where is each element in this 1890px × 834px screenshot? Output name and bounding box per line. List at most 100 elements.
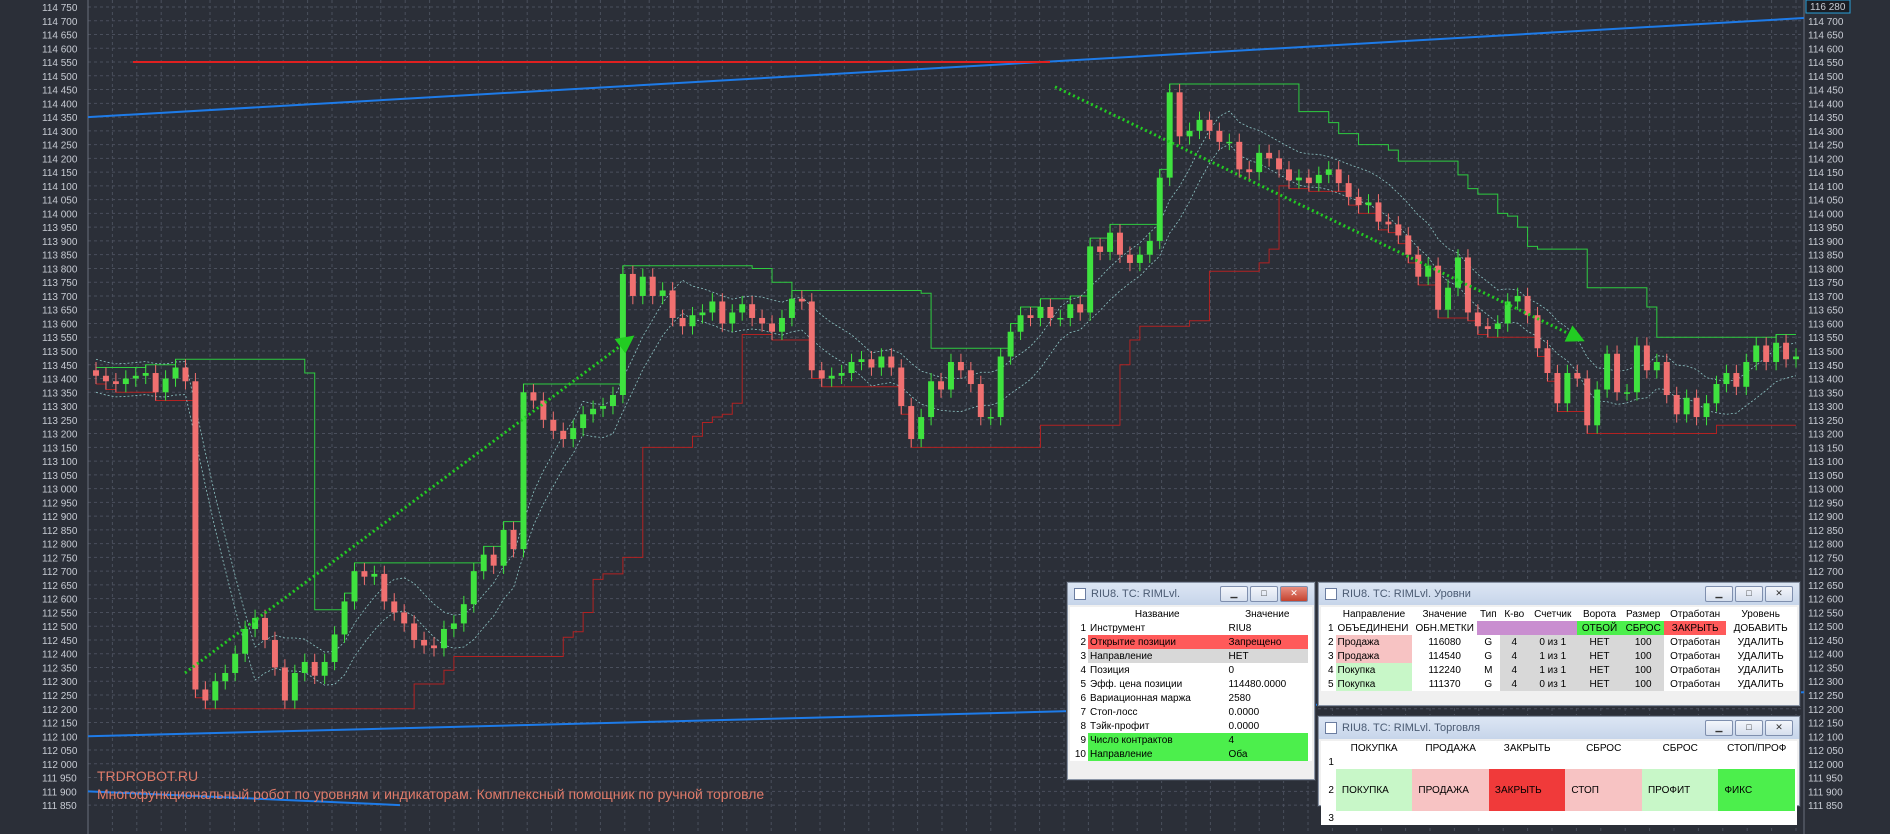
sell-button[interactable]: ПРОДАЖА [1412, 769, 1489, 811]
fix-button[interactable]: ФИКС [1718, 769, 1795, 811]
param-value[interactable]: 0 [1227, 663, 1308, 677]
trade-window-titlebar[interactable]: RIU8. TC: RIMLvl. Торговля ▁ □ ✕ [1319, 717, 1799, 739]
params-row[interactable]: 7 Стоп-лосс 0.0000 [1070, 705, 1308, 719]
y-tick-label-right: 112 000 [1808, 760, 1844, 771]
param-value[interactable]: НЕТ [1226, 649, 1308, 663]
levels-window[interactable]: RIU8. TC: RIMLvl. Уровни ▁ □ ✕ Направлен… [1318, 582, 1800, 706]
level-cell[interactable]: УДАЛИТЬ [1726, 635, 1795, 649]
minimize-button[interactable]: ▁ [1705, 586, 1733, 602]
row-number: 8 [1080, 720, 1086, 732]
y-tick-label-left: 112 550 [42, 608, 78, 619]
param-name: Направление [1088, 649, 1227, 663]
params-window[interactable]: RIU8. TC: RIMLvl. ▁ □ ✕ Название Значени… [1067, 582, 1315, 780]
params-row[interactable]: 10 Направление Оба [1070, 747, 1308, 761]
close-position-button[interactable]: ЗАКРЫТЬ [1488, 769, 1566, 811]
level-row[interactable]: 4 Покупка 112240 M 4 1 из 1 НЕТ 100 Отработан УДА… [1321, 663, 1795, 677]
minimize-button[interactable]: ▁ [1220, 586, 1248, 602]
params-row[interactable]: 3 Направление НЕТ [1070, 649, 1308, 663]
level-cell[interactable]: УДАЛИТЬ [1726, 649, 1795, 663]
level-cell[interactable] [1476, 621, 1500, 635]
y-tick-label-right: 114 650 [1808, 31, 1844, 42]
params-table: Название Значение 1 Инструмент RIU8 2 Открыт… [1070, 607, 1308, 761]
param-value[interactable]: Запрещено [1226, 635, 1308, 649]
y-tick-label-left: 112 350 [42, 663, 78, 674]
maximize-button[interactable]: □ [1250, 586, 1278, 602]
params-row[interactable]: 5 Эфф. цена позиции 114480.0000 [1070, 677, 1308, 691]
y-tick-label-right: 114 500 [1808, 72, 1844, 83]
y-tick-label-right: 113 700 [1808, 292, 1844, 303]
y-tick-label-left: 113 400 [42, 375, 78, 386]
y-tick-label-right: 114 550 [1808, 58, 1844, 69]
level-cell: G [1484, 678, 1493, 690]
y-tick-label-right: 112 400 [1808, 650, 1844, 661]
y-tick-label-right: 113 000 [1808, 485, 1844, 496]
level-cell[interactable] [1499, 621, 1529, 635]
level-cell[interactable]: ОБЪЕДИНЕНИ [1336, 621, 1413, 635]
y-tick-label-left: 113 600 [42, 319, 78, 330]
maximize-button[interactable]: □ [1735, 586, 1763, 602]
level-cell[interactable]: ОТБОЙ [1576, 621, 1623, 635]
col-header: Тип [1479, 608, 1497, 620]
y-tick-label-right: 113 400 [1808, 375, 1844, 386]
level-row[interactable]: 1 ОБЪЕДИНЕНИ ОБН.МЕТКИ ОТБОЙ СБРОС ЗАКРЫТЬ ДОБ… [1321, 621, 1795, 635]
trade-table: ПОКУПКА ПРОДАЖА ЗАКРЫТЬ СБРОС СБРОС СТОП/ПРОФ… [1321, 741, 1795, 825]
row-number: 3 [1327, 650, 1334, 662]
params-row[interactable]: 8 Тэйк-профит 0.0000 [1070, 719, 1308, 733]
param-value[interactable]: 0.0000 [1227, 705, 1308, 719]
y-tick-label-right: 112 450 [1808, 636, 1844, 647]
levels-window-titlebar[interactable]: RIU8. TC: RIMLvl. Уровни ▁ □ ✕ [1319, 583, 1799, 605]
param-value[interactable]: 0.0000 [1227, 719, 1308, 733]
level-cell[interactable]: УДАЛИТЬ [1726, 677, 1795, 691]
profit-button[interactable]: ПРОФИТ [1641, 769, 1719, 811]
row-number: 7 [1080, 706, 1086, 718]
stop-button[interactable]: СТОП [1565, 769, 1642, 811]
level-cell[interactable]: СБРОС [1622, 621, 1664, 635]
param-value[interactable]: 2580 [1227, 691, 1308, 705]
params-row[interactable]: 9 Число контрактов 4 [1070, 733, 1308, 747]
level-cell[interactable]: УДАЛИТЬ [1726, 663, 1795, 677]
y-tick-label-left: 114 650 [42, 31, 78, 42]
level-row[interactable]: 2 Продажа 116080 G 4 0 из 1 НЕТ 100 Отработан УДА… [1321, 635, 1795, 649]
col-header-value: Значение [1245, 608, 1290, 620]
level-cell: 4 [1499, 635, 1529, 649]
col-header: К-во [1504, 608, 1525, 620]
level-cell[interactable]: ДОБАВИТЬ [1726, 621, 1795, 635]
row-number: 1 [1328, 756, 1334, 768]
trade-window[interactable]: RIU8. TC: RIMLvl. Торговля ▁ □ ✕ ПОКУПКА… [1318, 716, 1800, 825]
params-row[interactable]: 6 Вариационная маржа 2580 [1070, 691, 1308, 705]
close-button[interactable]: ✕ [1280, 586, 1308, 602]
level-cell: 0 из 1 [1528, 677, 1577, 691]
y-tick-label-left: 112 000 [42, 760, 78, 771]
param-value[interactable]: RIU8 [1227, 621, 1308, 635]
y-tick-label-right: 112 050 [1808, 746, 1844, 757]
maximize-button[interactable]: □ [1735, 720, 1763, 736]
y-tick-label-left: 112 950 [42, 498, 78, 509]
param-value[interactable]: 4 [1226, 733, 1308, 747]
y-tick-label-left: 111 900 [42, 787, 77, 798]
buy-button[interactable]: ПОКУПКА [1335, 769, 1413, 811]
col-header: Направление [1342, 608, 1406, 620]
param-value[interactable]: 114480.0000 [1227, 677, 1308, 691]
params-window-titlebar[interactable]: RIU8. TC: RIMLvl. ▁ □ ✕ [1068, 583, 1314, 605]
level-cell[interactable]: ЗАКРЫТЬ [1663, 621, 1727, 635]
params-row[interactable]: 1 Инструмент RIU8 [1070, 621, 1308, 635]
level-cell[interactable] [1528, 621, 1577, 635]
candle [1614, 345, 1621, 401]
params-row[interactable]: 4 Позиция 0 [1070, 663, 1308, 677]
y-tick-label-right: 112 100 [1808, 732, 1844, 743]
level-cell: M [1484, 664, 1493, 676]
close-button[interactable]: ✕ [1765, 720, 1793, 736]
y-tick-label-left: 114 550 [42, 58, 78, 69]
param-value[interactable]: Оба [1226, 747, 1308, 761]
minimize-button[interactable]: ▁ [1705, 720, 1733, 736]
y-tick-label-left: 114 600 [42, 44, 78, 55]
price-chart[interactable]: 114 750114 750114 700114 700114 650114 6… [0, 0, 1890, 834]
level-cell[interactable]: ОБН.МЕТКИ [1412, 621, 1476, 635]
level-row[interactable]: 3 Продажа 114540 G 4 1 из 1 НЕТ 100 Отработан УДА… [1321, 649, 1795, 663]
params-row[interactable]: 2 Открытие позиции Запрещено [1070, 635, 1308, 649]
level-row[interactable]: 5 Покупка 111370 G 4 0 из 1 НЕТ 100 Отработан УДА… [1321, 677, 1795, 691]
y-tick-label-left: 114 050 [42, 196, 78, 207]
y-tick-label-right: 113 550 [1808, 333, 1844, 344]
level-cell: 4 [1499, 663, 1529, 677]
close-button[interactable]: ✕ [1765, 586, 1793, 602]
